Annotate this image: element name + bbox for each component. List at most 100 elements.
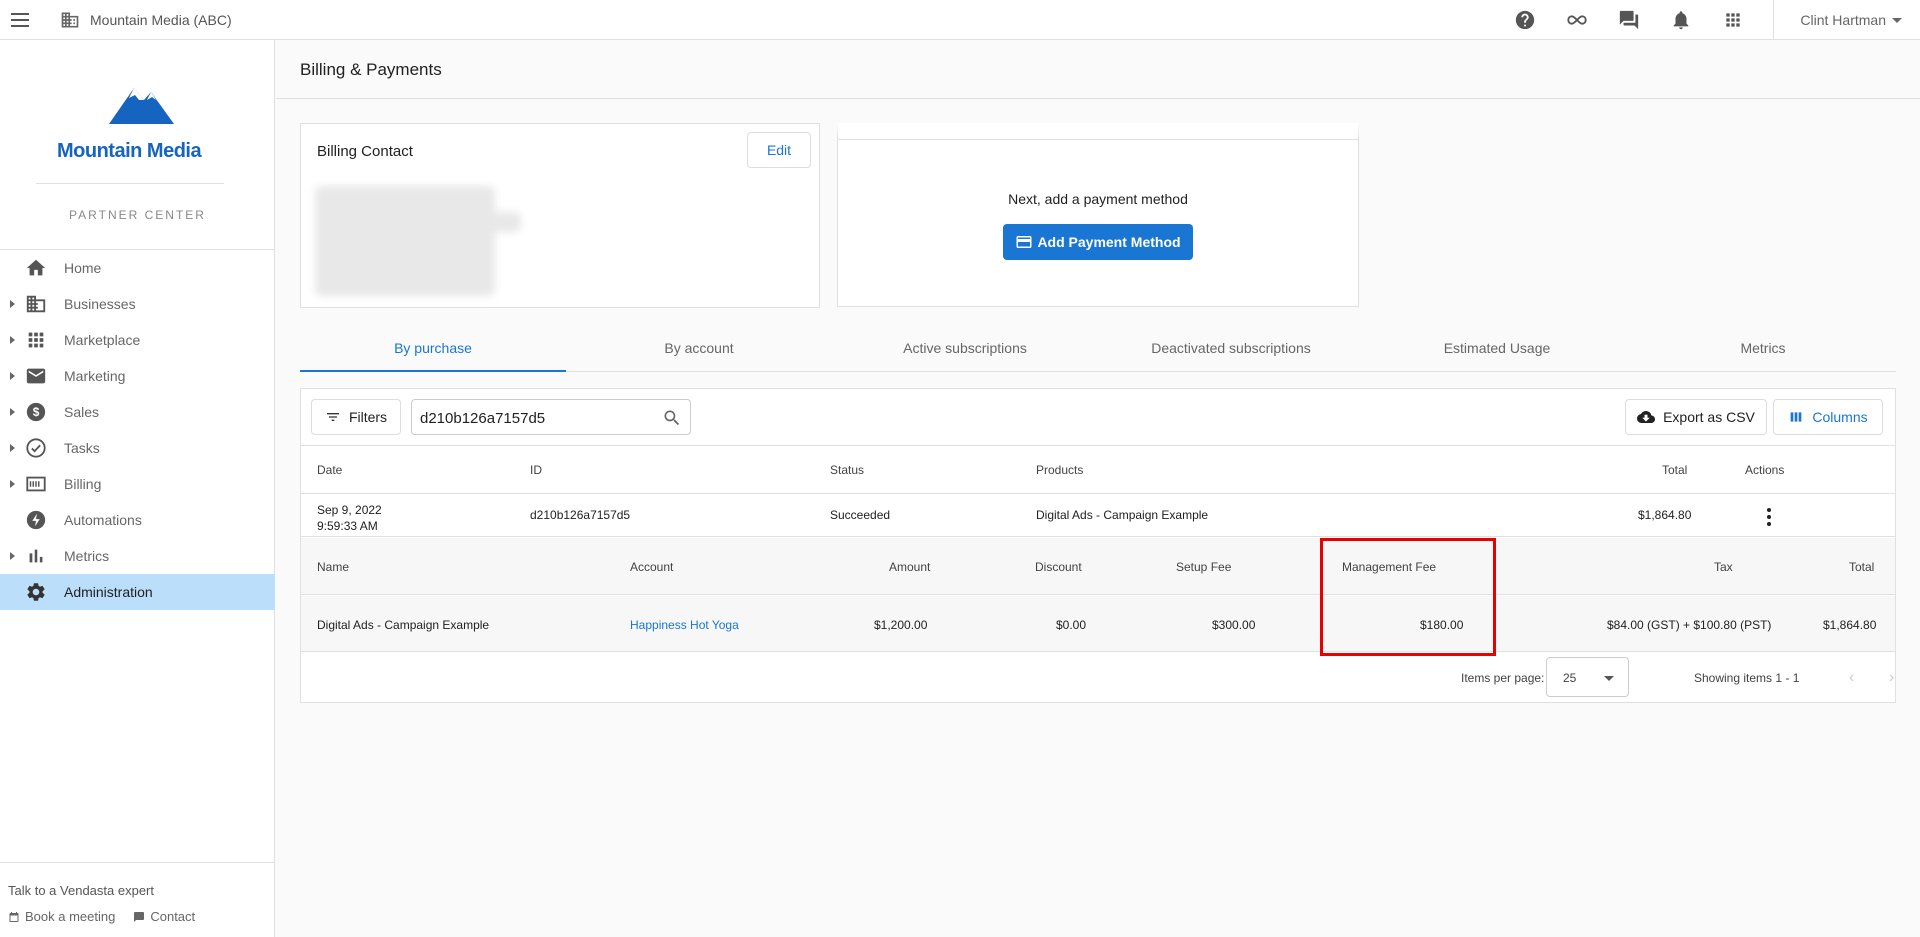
sidebar-item-label: Metrics <box>64 548 110 564</box>
export-csv-button[interactable]: Export as CSV <box>1625 399 1767 435</box>
sidebar-item-label: Administration <box>64 584 153 600</box>
business-icon <box>26 295 46 313</box>
menu-icon[interactable] <box>0 0 40 40</box>
redacted-contact-info <box>315 186 495 296</box>
top-bar: Mountain Media (ABC) Clint Hartman <box>0 0 1920 40</box>
sidebar-item-home[interactable]: Home <box>0 250 275 286</box>
sidebar-item-label: Tasks <box>64 440 100 456</box>
sidebar: Mountain Media PARTNER CENTER Home Busin… <box>0 40 275 937</box>
search-input[interactable] <box>420 406 650 430</box>
expand-arrow-icon[interactable] <box>10 336 15 344</box>
columns-button[interactable]: Columns <box>1773 399 1883 435</box>
col-header-actions: Actions <box>1745 463 1785 477</box>
purchase-date-cell: Sep 9, 2022 9:59:33 AM <box>317 502 382 534</box>
management-fee-highlight-box <box>1320 538 1496 656</box>
svg-text:$: $ <box>33 405 40 419</box>
sidebar-item-label: Marketing <box>64 368 126 384</box>
items-per-page-label: Items per page: <box>1461 671 1545 685</box>
brand-logo[interactable]: Mountain Media <box>57 80 217 164</box>
help-icon[interactable] <box>1499 0 1551 40</box>
line-item-total: $1,864.80 <box>1823 618 1877 632</box>
table-row[interactable]: Sep 9, 2022 9:59:33 AM d210b126a7157d5 S… <box>301 494 1895 537</box>
export-csv-label: Export as CSV <box>1663 409 1755 425</box>
page-divider <box>276 98 1920 99</box>
expand-arrow-icon[interactable] <box>10 408 15 416</box>
tab-deactivated-subscriptions[interactable]: Deactivated subscriptions <box>1098 328 1364 371</box>
dropdown-caret-icon <box>1604 676 1614 681</box>
items-per-page-value: 25 <box>1563 671 1577 685</box>
sidebar-item-automations[interactable]: Automations <box>0 502 275 538</box>
expert-prompt: Talk to a Vendasta expert <box>8 883 154 898</box>
contact-label: Contact <box>150 909 196 924</box>
expand-arrow-icon[interactable] <box>10 300 15 308</box>
previous-page-icon[interactable]: ‹ <box>1849 669 1854 687</box>
table-header-row: Date ID Status Products Total Actions <box>301 446 1895 494</box>
search-icon[interactable] <box>662 408 682 428</box>
expand-arrow-icon[interactable] <box>10 444 15 452</box>
sub-header-discount: Discount <box>1035 560 1082 574</box>
tab-metrics[interactable]: Metrics <box>1630 328 1896 371</box>
tab-by-purchase[interactable]: By purchase <box>300 328 566 372</box>
mail-icon <box>26 368 46 384</box>
payment-method-prompt: Next, add a payment method <box>1008 191 1188 207</box>
columns-label: Columns <box>1812 409 1868 425</box>
sidebar-item-marketplace[interactable]: Marketplace <box>0 322 275 358</box>
sidebar-item-marketing[interactable]: Marketing <box>0 358 275 394</box>
add-payment-method-button[interactable]: Add Payment Method <box>1003 224 1193 260</box>
sidebar-item-label: Marketplace <box>64 332 141 348</box>
expand-arrow-icon[interactable] <box>10 480 15 488</box>
logo-text: Mountain Media <box>57 140 202 162</box>
account-link[interactable]: Happiness Hot Yoga <box>630 618 739 632</box>
line-item-tax: $84.00 (GST) + $100.80 (PST) <box>1607 618 1772 632</box>
sidebar-item-label: Businesses <box>64 296 136 312</box>
billing-icon <box>26 476 46 492</box>
partner-center-label: PARTNER CENTER <box>69 208 206 222</box>
sidebar-item-billing[interactable]: Billing <box>0 466 275 502</box>
line-item-name: Digital Ads - Campaign Example <box>317 618 490 632</box>
redacted-contact-info <box>381 212 521 232</box>
col-header-date[interactable]: Date <box>317 463 342 477</box>
filters-button[interactable]: Filters <box>311 399 401 435</box>
bolt-icon <box>26 510 46 530</box>
tab-active-subscriptions[interactable]: Active subscriptions <box>832 328 1098 371</box>
tab-by-account[interactable]: By account <box>566 328 832 371</box>
sidebar-item-metrics[interactable]: Metrics <box>0 538 275 574</box>
expand-arrow-icon[interactable] <box>10 372 15 380</box>
sub-header-total: Total <box>1849 560 1875 574</box>
line-item-amount: $1,200.00 <box>874 618 928 632</box>
col-header-total[interactable]: Total <box>1662 463 1687 477</box>
page-title: Billing & Payments <box>300 60 442 79</box>
col-header-products[interactable]: Products <box>1036 463 1083 477</box>
sidebar-item-tasks[interactable]: Tasks <box>0 430 275 466</box>
items-per-page-select[interactable]: 25 <box>1546 657 1629 697</box>
contact-link[interactable]: Contact <box>133 909 195 924</box>
sub-header-tax: Tax <box>1714 560 1733 574</box>
sidebar-item-businesses[interactable]: Businesses <box>0 286 275 322</box>
infinity-icon[interactable] <box>1551 0 1603 40</box>
dollar-icon: $ <box>26 402 46 422</box>
edit-billing-contact-button[interactable]: Edit <box>747 132 811 168</box>
notifications-icon[interactable] <box>1655 0 1707 40</box>
book-meeting-link[interactable]: Book a meeting <box>8 909 115 924</box>
line-item-setup-fee: $300.00 <box>1212 618 1256 632</box>
card-divider <box>838 139 1358 140</box>
col-header-status[interactable]: Status <box>830 463 864 477</box>
sub-header-setup-fee: Setup Fee <box>1176 560 1232 574</box>
chat-bubble-icon <box>134 911 145 922</box>
next-page-icon[interactable]: › <box>1889 669 1894 687</box>
col-header-id[interactable]: ID <box>530 463 542 477</box>
search-field[interactable] <box>411 399 691 435</box>
sidebar-item-administration[interactable]: Administration <box>0 574 275 610</box>
org-name[interactable]: Mountain Media (ABC) <box>90 12 232 28</box>
sidebar-nav: Home Businesses Marketplace Marketing $ … <box>0 250 275 610</box>
expand-arrow-icon[interactable] <box>10 552 15 560</box>
apps-grid-icon[interactable] <box>1707 0 1759 40</box>
sidebar-item-label: Sales <box>64 404 100 420</box>
more-actions-icon[interactable] <box>1761 508 1777 526</box>
filter-icon <box>326 413 339 421</box>
line-item-row: Digital Ads - Campaign Example Happiness… <box>301 596 1895 652</box>
tab-estimated-usage[interactable]: Estimated Usage <box>1364 328 1630 371</box>
sidebar-item-sales[interactable]: $ Sales <box>0 394 275 430</box>
chat-icon[interactable] <box>1603 0 1655 40</box>
user-menu[interactable]: Clint Hartman <box>1774 12 1920 28</box>
